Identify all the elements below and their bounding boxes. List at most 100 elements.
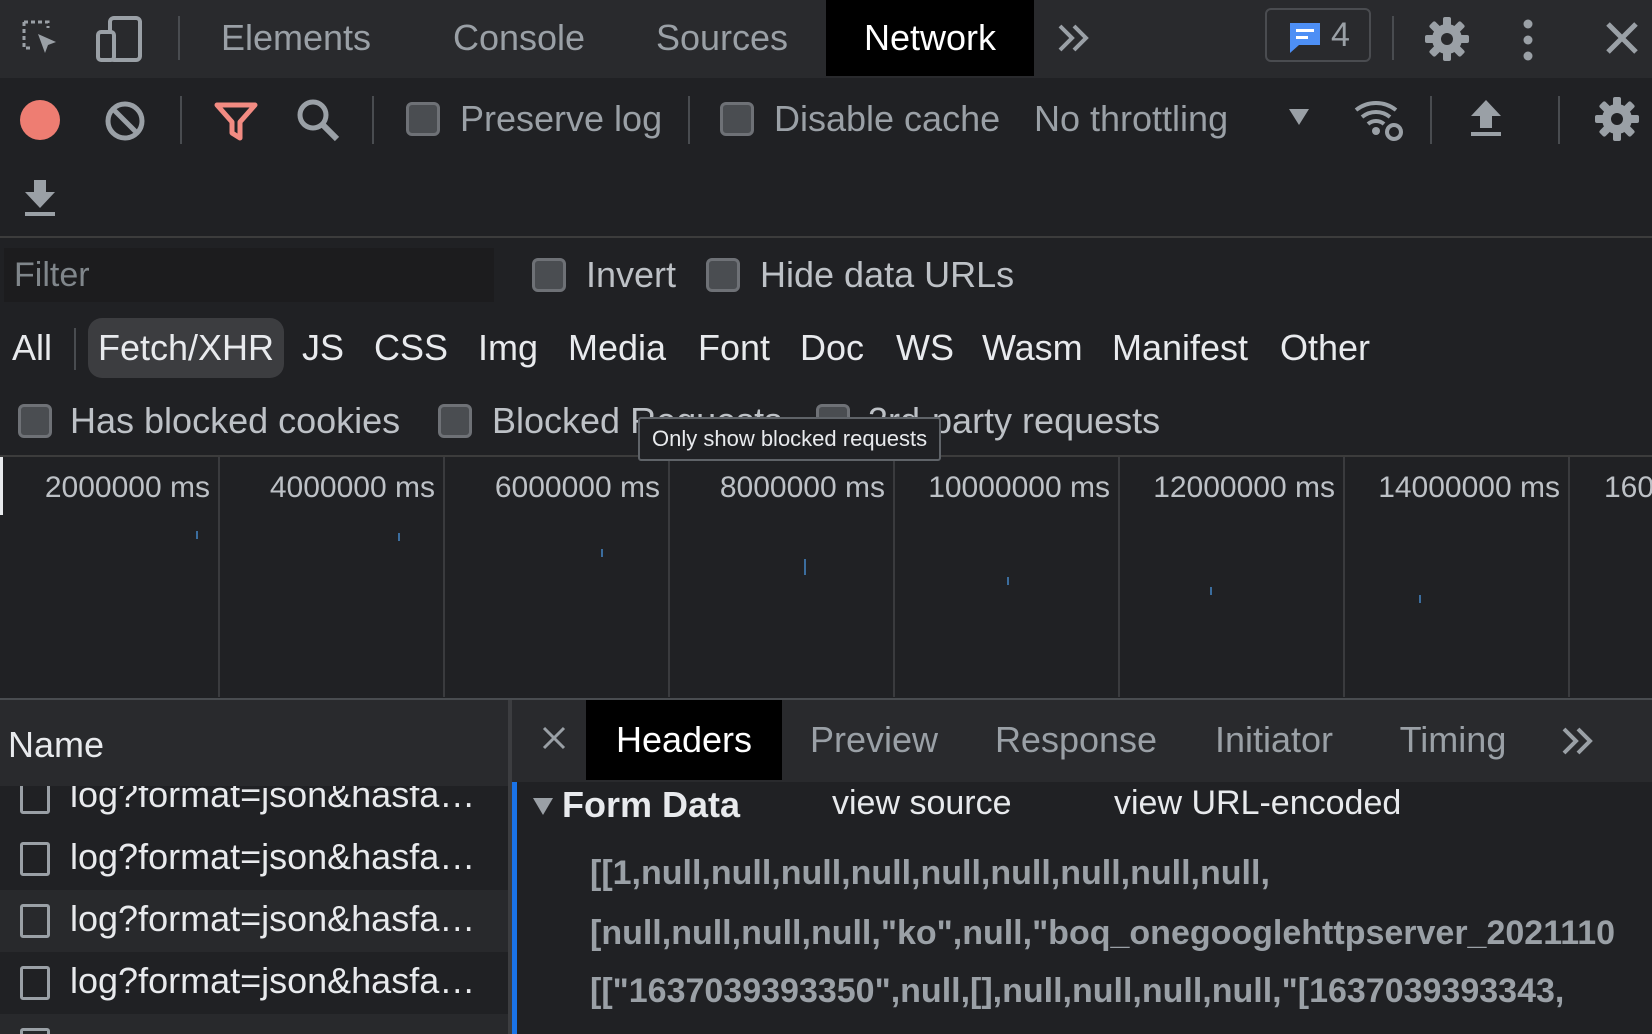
request-row[interactable]: log?format=json&hasfa… bbox=[0, 890, 508, 952]
chevron-down-icon[interactable] bbox=[1288, 108, 1310, 126]
request-blip bbox=[1007, 577, 1009, 585]
invert-checkbox[interactable] bbox=[532, 258, 566, 292]
settings-gear-icon[interactable] bbox=[1424, 16, 1470, 62]
blocked-requests-tooltip: Only show blocked requests bbox=[638, 417, 942, 461]
row-checkbox[interactable] bbox=[20, 966, 50, 1000]
type-ws[interactable]: WS bbox=[896, 318, 954, 378]
issues-icon bbox=[1287, 20, 1323, 54]
request-blip bbox=[804, 559, 806, 575]
more-detail-tabs-icon[interactable] bbox=[1560, 724, 1594, 758]
row-checkbox[interactable] bbox=[20, 904, 50, 938]
type-fetch-xhr[interactable]: Fetch/XHR bbox=[88, 318, 285, 378]
issues-count: 4 bbox=[1331, 16, 1350, 54]
request-name: log?format=json&hasfa… bbox=[70, 836, 476, 877]
row-checkbox[interactable] bbox=[20, 786, 50, 814]
tab-sources[interactable]: Sources bbox=[646, 0, 798, 76]
form-data-line: [["1637039393350",null,[],null,null,null… bbox=[590, 972, 1565, 1010]
preserve-log-label: Preserve log bbox=[460, 98, 663, 139]
request-blip bbox=[601, 549, 603, 557]
overview-cursor bbox=[0, 457, 3, 515]
request-row[interactable] bbox=[0, 1014, 508, 1034]
tab-initiator[interactable]: Initiator bbox=[1202, 700, 1346, 780]
inspect-element-icon[interactable] bbox=[20, 18, 64, 62]
request-name: log?format=json&hasfa… bbox=[70, 960, 476, 1001]
form-data-title: Form Data bbox=[562, 784, 741, 825]
filter-funnel-icon[interactable] bbox=[214, 100, 258, 142]
network-settings-gear-icon[interactable] bbox=[1594, 96, 1640, 142]
network-toolbar: Preserve log Disable cache No throttling bbox=[0, 78, 1652, 238]
network-overview[interactable]: 2000000 ms 4000000 ms 6000000 ms 8000000… bbox=[0, 457, 1652, 697]
request-row[interactable]: log?format=json&hasfa… bbox=[0, 952, 508, 1014]
overview-tick: 6000000 ms bbox=[494, 471, 660, 504]
disable-cache-checkbox[interactable] bbox=[720, 102, 754, 136]
row-checkbox[interactable] bbox=[20, 842, 50, 876]
type-img[interactable]: Img bbox=[478, 318, 538, 378]
request-blip bbox=[196, 531, 198, 539]
type-media[interactable]: Media bbox=[568, 318, 666, 378]
overview-tick: 14000000 ms bbox=[1378, 471, 1560, 504]
more-options-kebab-icon[interactable] bbox=[1522, 18, 1534, 62]
tab-network[interactable]: Network bbox=[826, 0, 1034, 76]
hide-data-urls-checkbox[interactable] bbox=[706, 258, 740, 292]
overview-tick: 8000000 ms bbox=[719, 471, 885, 504]
devtools-tab-bar: Elements Console Sources Network 4 bbox=[0, 0, 1652, 78]
type-all[interactable]: All bbox=[12, 318, 52, 378]
type-css[interactable]: CSS bbox=[374, 318, 448, 378]
request-blip bbox=[1210, 587, 1212, 595]
tab-timing[interactable]: Timing bbox=[1388, 700, 1518, 780]
view-url-encoded-link[interactable]: view URL-encoded bbox=[1114, 784, 1401, 823]
issues-counter-button[interactable]: 4 bbox=[1265, 8, 1371, 62]
type-manifest[interactable]: Manifest bbox=[1112, 318, 1248, 378]
type-other[interactable]: Other bbox=[1280, 318, 1370, 378]
type-doc[interactable]: Doc bbox=[800, 318, 864, 378]
device-toolbar-icon[interactable] bbox=[96, 16, 146, 64]
overview-tick: 12000000 ms bbox=[1153, 471, 1335, 504]
tab-headers[interactable]: Headers bbox=[586, 700, 782, 780]
requests-table: Name log?format=json&hasfa… log?format=j… bbox=[0, 700, 510, 1034]
type-js[interactable]: JS bbox=[302, 318, 344, 378]
request-name: log?format=json&hasfa… bbox=[70, 898, 476, 939]
has-blocked-cookies-checkbox[interactable] bbox=[18, 404, 52, 438]
tab-preview[interactable]: Preview bbox=[804, 700, 944, 780]
request-blip bbox=[1419, 595, 1421, 603]
disable-cache-label: Disable cache bbox=[774, 98, 1001, 139]
type-wasm[interactable]: Wasm bbox=[982, 318, 1083, 378]
tab-elements[interactable]: Elements bbox=[214, 0, 378, 76]
export-har-download-icon[interactable] bbox=[22, 178, 58, 218]
import-har-upload-icon[interactable] bbox=[1468, 98, 1504, 138]
type-font[interactable]: Font bbox=[698, 318, 770, 378]
close-devtools-icon[interactable] bbox=[1604, 20, 1640, 56]
blocked-requests-checkbox[interactable] bbox=[438, 404, 472, 438]
record-button[interactable] bbox=[20, 100, 60, 140]
request-details: Headers Preview Response Initiator Timin… bbox=[512, 700, 1652, 1034]
filter-input[interactable] bbox=[4, 248, 494, 302]
tab-response[interactable]: Response bbox=[988, 700, 1164, 780]
clear-icon[interactable] bbox=[104, 100, 146, 142]
name-column-header[interactable]: Name bbox=[0, 700, 510, 786]
more-tabs-icon[interactable] bbox=[1056, 20, 1090, 56]
preserve-log-checkbox[interactable] bbox=[406, 102, 440, 136]
details-tab-bar: Headers Preview Response Initiator Timin… bbox=[512, 700, 1652, 782]
overview-tick: 4000000 ms bbox=[269, 471, 435, 504]
request-row[interactable]: log?format=json&hasfa… bbox=[0, 786, 508, 828]
name-header-label: Name bbox=[8, 724, 105, 765]
request-row[interactable]: log?format=json&hasfa… bbox=[0, 828, 508, 890]
invert-label: Invert bbox=[586, 254, 677, 295]
overview-tick: 2000000 ms bbox=[44, 471, 210, 504]
overview-tick: 160 bbox=[1604, 471, 1652, 504]
has-blocked-cookies-label: Has blocked cookies bbox=[70, 400, 401, 441]
row-checkbox[interactable] bbox=[20, 1028, 50, 1034]
form-data-line: [null,null,null,null,"ko",null,"boq_oneg… bbox=[590, 914, 1616, 952]
close-details-icon[interactable] bbox=[542, 726, 566, 750]
form-data-line: [[1,null,null,null,null,null,null,null,n… bbox=[590, 854, 1270, 892]
request-blip bbox=[398, 533, 400, 541]
search-icon[interactable] bbox=[296, 98, 340, 142]
hide-data-urls-label: Hide data URLs bbox=[760, 254, 1015, 295]
overview-tick: 10000000 ms bbox=[928, 471, 1110, 504]
view-source-link[interactable]: view source bbox=[832, 784, 1012, 823]
form-data-toggle-icon[interactable] bbox=[532, 796, 554, 816]
request-name: log?format=json&hasfa… bbox=[70, 786, 476, 815]
throttling-select[interactable]: No throttling bbox=[1034, 98, 1228, 140]
tab-console[interactable]: Console bbox=[440, 0, 598, 76]
network-conditions-wifi-icon[interactable] bbox=[1352, 94, 1404, 142]
